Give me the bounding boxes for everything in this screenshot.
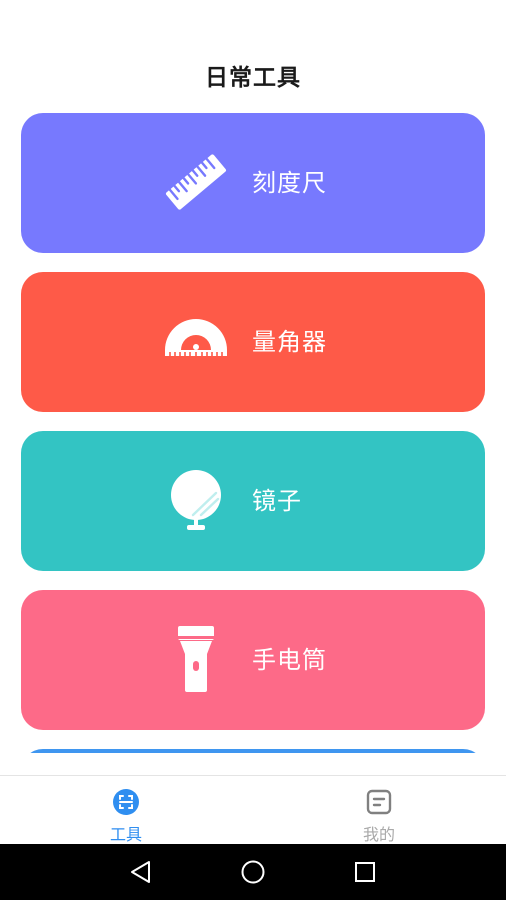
tab-mine[interactable]: 我的	[319, 776, 439, 845]
partial-tool-card[interactable]	[21, 749, 485, 753]
mirror-card[interactable]: 镜子	[21, 431, 485, 571]
mirror-icon	[171, 470, 221, 530]
home-icon[interactable]	[239, 858, 267, 886]
tool-list: 刻度尺 量角器 镜子 手电筒	[21, 113, 485, 753]
page-title: 日常工具	[205, 65, 301, 91]
ruler-icon	[165, 154, 227, 210]
back-icon[interactable]	[127, 858, 155, 886]
protractor-label: 量角器	[252, 328, 327, 356]
mirror-label: 镜子	[252, 487, 302, 515]
profile-doc-icon	[366, 789, 392, 815]
ruler-card[interactable]: 刻度尺	[21, 113, 485, 253]
protractor-card[interactable]: 量角器	[21, 272, 485, 412]
flashlight-icon	[178, 626, 214, 692]
tab-tools[interactable]: 工具	[66, 776, 186, 845]
protractor-icon	[165, 319, 227, 356]
tab-mine-label: 我的	[362, 825, 395, 844]
flashlight-label: 手电筒	[252, 646, 327, 674]
tab-tools-label: 工具	[109, 825, 142, 844]
scan-icon	[113, 789, 139, 815]
recent-apps-icon[interactable]	[351, 858, 379, 886]
ruler-label: 刻度尺	[252, 169, 327, 197]
bottom-tab-bar: 工具 我的	[0, 775, 506, 844]
system-nav-bar	[0, 844, 506, 900]
flashlight-card[interactable]: 手电筒	[21, 590, 485, 730]
